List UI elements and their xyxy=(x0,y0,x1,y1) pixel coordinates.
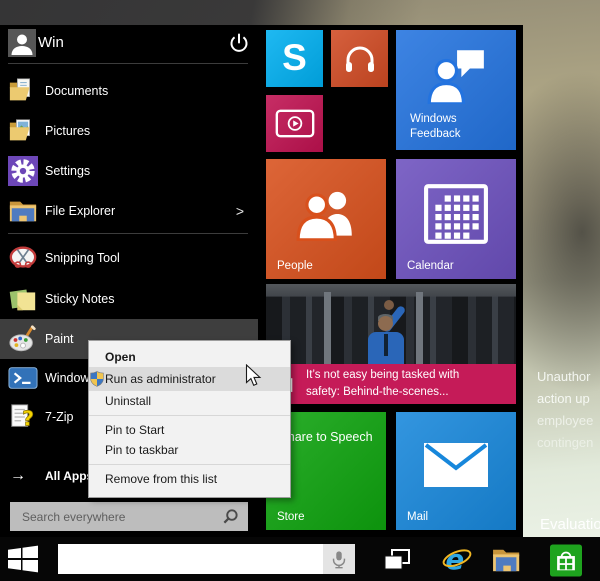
start-search-input[interactable] xyxy=(10,502,248,531)
people-icon xyxy=(296,191,352,241)
task-view-button[interactable] xyxy=(381,546,413,574)
store-icon xyxy=(550,544,582,576)
paint-palette-icon xyxy=(8,324,38,354)
separator xyxy=(8,63,248,64)
tile-people[interactable]: People xyxy=(266,159,386,279)
calendar-icon xyxy=(424,184,488,244)
start-button[interactable] xyxy=(8,545,42,573)
start-item-label: Pictures xyxy=(45,124,91,138)
power-button[interactable] xyxy=(228,32,252,56)
svg-text:e: e xyxy=(445,544,464,576)
start-item-pictures[interactable]: Pictures xyxy=(0,111,258,151)
start-search-box xyxy=(10,502,248,531)
taskbar-search-box xyxy=(58,544,355,574)
windows-logo-icon xyxy=(8,545,38,573)
start-item-documents[interactable]: Documents xyxy=(0,71,258,111)
context-item-uninstall[interactable]: Uninstall xyxy=(89,391,290,411)
evaluation-watermark: Evaluatio xyxy=(540,516,600,533)
file-explorer-folder-icon xyxy=(8,196,38,226)
wallpaper-text-line: action up xyxy=(537,391,590,406)
task-view-icon xyxy=(384,549,410,570)
separator xyxy=(89,415,290,416)
start-item-label: Paint xyxy=(45,332,74,346)
user-name[interactable]: Win xyxy=(38,34,64,51)
photo-person xyxy=(354,300,418,370)
chevron-right-icon: > xyxy=(235,203,244,219)
person-icon xyxy=(11,34,33,55)
7zip-help-file-icon: ? xyxy=(8,402,38,432)
start-item-label: Snipping Tool xyxy=(45,251,120,265)
context-item-pin-to-start[interactable]: Pin to Start xyxy=(89,420,290,440)
start-item-file-explorer[interactable]: File Explorer > xyxy=(0,191,258,231)
tile-label: Store xyxy=(277,510,305,523)
start-item-sticky-notes[interactable]: Sticky Notes xyxy=(0,279,258,319)
internet-explorer-button[interactable]: e xyxy=(441,544,473,576)
internet-explorer-icon: e xyxy=(442,544,472,576)
start-item-label: File Explorer xyxy=(45,204,116,218)
tile-label: Windows Feedback xyxy=(410,113,461,140)
store-button[interactable] xyxy=(550,544,582,576)
photo-detail xyxy=(324,292,331,364)
wallpaper-text-line: employee xyxy=(537,413,594,428)
wallpaper-text-line: contingen xyxy=(537,435,594,450)
all-apps-label: All Apps xyxy=(45,469,94,483)
tile-label: Calendar xyxy=(407,259,454,272)
wallpaper-text-line: Unauthor xyxy=(537,369,591,384)
context-item-pin-to-taskbar[interactable]: Pin to taskbar xyxy=(89,440,290,460)
news-headline: It’s not easy being tasked with safety: … xyxy=(306,369,460,398)
feedback-person-icon xyxy=(427,50,484,104)
mouse-cursor xyxy=(245,363,262,393)
desktop: Unauthor action up employee contingen Ev… xyxy=(0,0,600,581)
video-player-icon xyxy=(275,109,314,138)
start-item-label: Documents xyxy=(45,84,109,98)
start-item-label: Settings xyxy=(45,164,91,178)
file-explorer-icon xyxy=(493,549,520,572)
skype-icon: S xyxy=(282,37,307,78)
search-icon xyxy=(222,508,239,530)
tile-music[interactable] xyxy=(331,30,388,87)
settings-gear-icon xyxy=(8,156,38,186)
user-avatar[interactable] xyxy=(8,29,36,57)
taskbar: e xyxy=(0,537,600,581)
user-row: Win xyxy=(0,25,258,63)
start-item-label: Sticky Notes xyxy=(45,292,115,306)
headphones-icon xyxy=(345,46,374,72)
power-icon xyxy=(230,33,248,52)
taskbar-search-input[interactable] xyxy=(58,544,335,574)
tile-video[interactable] xyxy=(266,95,323,152)
tile-news[interactable]: It’s not easy being tasked with safety: … xyxy=(266,284,516,404)
sticky-notes-icon xyxy=(8,284,38,314)
tile-skype[interactable]: S xyxy=(266,30,323,87)
start-item-label: 7-Zip xyxy=(45,410,74,424)
context-item-remove-from-this-list[interactable]: Remove from this list xyxy=(89,469,290,489)
microphone-icon xyxy=(332,550,346,568)
right-arrow-icon: → xyxy=(10,467,26,484)
pictures-folder-icon xyxy=(8,116,38,146)
svg-text:?: ? xyxy=(22,406,34,430)
start-item-settings[interactable]: Settings xyxy=(0,151,258,191)
separator xyxy=(8,233,248,234)
context-item-label: Run as administrator xyxy=(105,372,216,386)
separator xyxy=(89,464,290,465)
documents-folder-icon xyxy=(8,76,38,106)
file-explorer-button[interactable] xyxy=(492,546,524,574)
tile-label: People xyxy=(277,259,313,272)
powershell-prompt-icon xyxy=(8,363,38,393)
tile-label: Mail xyxy=(407,510,429,523)
snipping-scissors-icon xyxy=(8,243,38,273)
mail-envelope-icon xyxy=(424,443,488,487)
tile-calendar[interactable]: Calendar xyxy=(396,159,516,279)
start-item-snipping-tool[interactable]: Snipping Tool xyxy=(0,238,258,278)
tile-mail[interactable]: Mail xyxy=(396,412,516,530)
news-banner: It’s not easy being tasked with safety: … xyxy=(266,364,516,404)
tile-windows-feedback[interactable]: Windows Feedback xyxy=(396,30,516,150)
microphone-button[interactable] xyxy=(323,544,355,574)
